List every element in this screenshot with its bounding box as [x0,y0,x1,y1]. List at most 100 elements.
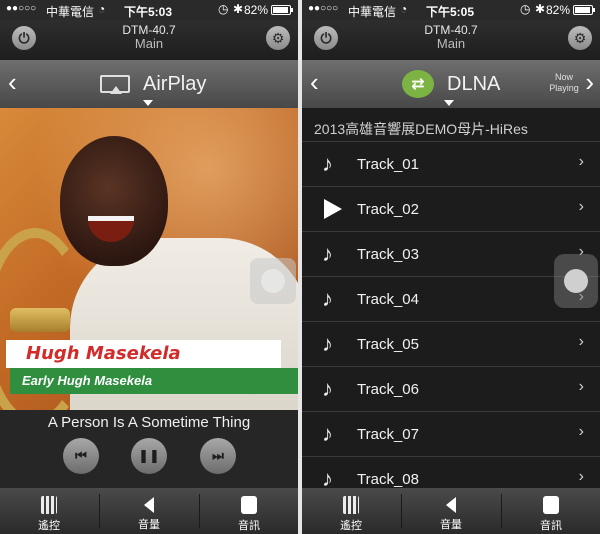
source-name[interactable]: DLNA [447,73,500,96]
chevron-right-icon: › [578,333,584,350]
app-header: ⏻ DTM-40.7 Main ⚙ [0,20,298,60]
now-playing-button[interactable]: Now Playing [548,72,580,94]
next-icon: ⏭ [212,448,224,463]
track-row[interactable]: ♪ Track_08 › [302,457,600,488]
track-row[interactable]: Track_02 › [302,187,600,232]
album-caption-box: Early Hugh Masekela [10,368,298,394]
tab-remote[interactable]: 遙控 [302,488,400,534]
music-note-icon: ♪ [322,466,333,488]
play-icon [324,199,342,219]
keypad-icon [41,496,57,514]
chevron-left-icon[interactable]: ‹ [8,68,17,96]
tab-volume[interactable]: 音量 [402,488,500,534]
track-row[interactable]: ♪ Track_05 › [302,322,600,367]
track-row[interactable]: ♪ Track_01 › [302,142,600,187]
speaker-icon [144,497,154,513]
settings-button[interactable]: ⚙ [568,26,592,50]
chevron-right-icon: › [578,378,584,395]
bluetooth-icon: ✱ [233,2,244,16]
playlist-title: 2013高雄音響展DEMO母片-HiRes [302,108,600,142]
battery-percent: 82% [546,3,571,17]
battery-icon [573,5,595,15]
zone-name: Main [134,36,164,51]
app-header: ⏻ DTM-40.7 Main ⚙ [302,20,600,60]
airplay-screen: ●●○○○ 中華電信 ◔ 下午5:03 ◷ ✱ 82% ⏻ DTM-40.7 M… [0,0,298,534]
signal-icon: ●●○○○ [6,3,37,14]
dlna-icon: ⇄ [402,70,434,98]
wifi-icon: ◔ [98,2,106,16]
track-name: Track_04 [357,291,419,308]
song-title: A Person Is A Sometime Thing [47,414,251,431]
equalizer-icon [241,496,257,514]
chevron-left-icon[interactable]: ‹ [310,68,319,96]
music-note-icon: ♪ [322,286,333,311]
device-info: DTM-40.7 Main [302,23,600,51]
alarm-icon: ◷ [520,2,531,16]
carrier-label: 中華電信 [348,5,397,19]
track-name: Track_05 [357,336,419,353]
music-note-icon: ♪ [322,151,333,176]
signal-icon: ●●○○○ [308,3,339,14]
artist-caption-box: Hugh Masekela [6,340,281,368]
bluetooth-icon: ✱ [535,2,546,16]
pause-icon: ❚❚ [138,448,160,463]
track-row[interactable]: ♪ Track_07 › [302,412,600,457]
chevron-right-icon: › [578,423,584,440]
artist-caption: Hugh Masekela [26,343,181,364]
gear-icon: ⚙ [271,29,285,46]
album-caption: Early Hugh Masekela [22,373,153,388]
tab-audio[interactable]: 音訊 [200,488,298,534]
chevron-right-icon: › [578,153,584,170]
chevron-right-icon[interactable]: › [585,68,594,96]
tab-volume[interactable]: 音量 [100,488,198,534]
track-name: Track_03 [357,246,419,263]
caret-down-icon[interactable] [444,100,454,106]
music-note-icon: ♪ [322,331,333,356]
tab-label: 遙控 [38,520,60,532]
keypad-icon [343,496,359,514]
track-name: Track_01 [357,156,419,173]
tab-label: 音量 [440,519,462,531]
equalizer-icon [543,496,559,514]
source-bar: ‹ ⇄ DLNA Now Playing › [302,60,600,108]
battery-icon [271,5,293,15]
tab-audio[interactable]: 音訊 [502,488,600,534]
tab-label: 音訊 [238,520,260,532]
gear-icon: ⚙ [573,29,587,46]
track-list: ♪ Track_01 › Track_02 › ♪ Track_03 › ♪ T… [302,142,600,488]
track-name: Track_02 [357,201,419,218]
assistive-touch-button[interactable] [554,254,598,308]
airplay-icon [100,75,130,94]
tab-bar: 遙控 音量 音訊 [0,488,298,534]
previous-icon: ⏮ [75,448,87,463]
tab-label: 音訊 [540,520,562,532]
pause-button[interactable]: ❚❚ [131,438,167,474]
device-info: DTM-40.7 Main [0,23,298,51]
status-bar: ●●○○○ 中華電信 ◔ 下午5:05 ◷ ✱ 82% [302,0,600,20]
device-name: DTM-40.7 [424,23,478,37]
source-name[interactable]: AirPlay [143,73,206,96]
track-row[interactable]: ♪ Track_06 › [302,367,600,412]
clock: 下午5:03 [124,5,173,19]
tab-label: 遙控 [340,520,362,532]
zone-name: Main [436,36,466,51]
dlna-screen: ●●○○○ 中華電信 ◔ 下午5:05 ◷ ✱ 82% ⏻ DTM-40.7 M… [302,0,600,534]
assistive-touch-button[interactable] [250,258,296,304]
carrier-label: 中華電信 [46,5,95,19]
next-button[interactable]: ⏭ [200,438,236,474]
track-name: Track_06 [357,381,419,398]
wifi-icon: ◔ [400,2,408,16]
music-note-icon: ♪ [322,376,333,401]
tab-remote[interactable]: 遙控 [0,488,98,534]
track-name: Track_07 [357,426,419,443]
settings-button[interactable]: ⚙ [266,26,290,50]
caret-down-icon[interactable] [143,100,153,106]
alarm-icon: ◷ [218,2,229,16]
tab-bar: 遙控 音量 音訊 [302,488,600,534]
clock: 下午5:05 [426,5,475,19]
tab-label: 音量 [138,519,160,531]
album-art: Hugh Masekela Early Hugh Masekela [0,108,298,410]
track-name: Track_08 [357,471,419,488]
music-note-icon: ♪ [322,241,333,266]
previous-button[interactable]: ⏮ [63,438,99,474]
